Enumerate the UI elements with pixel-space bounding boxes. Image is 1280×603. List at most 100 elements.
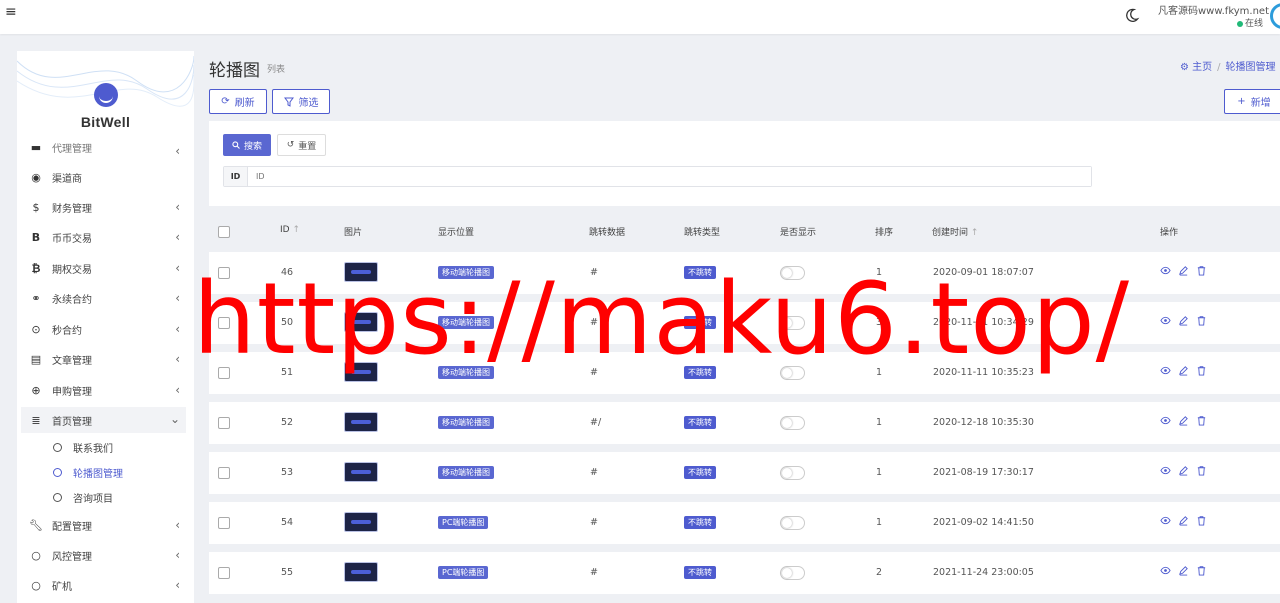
refresh-icon: ⟳: [221, 96, 230, 107]
show-toggle[interactable]: [780, 566, 805, 580]
row-jump-data: #: [590, 267, 598, 278]
id-card-icon: ▬: [30, 140, 42, 154]
dot-circle-icon: ⊙: [31, 322, 41, 336]
sidebar-item-channel[interactable]: ◉ 渠道商: [21, 164, 186, 190]
add-button[interactable]: + 新增: [1224, 89, 1280, 114]
circle-icon: [53, 442, 62, 452]
row-jump-data: #: [590, 367, 598, 378]
sidebar-item-mining[interactable]: ○ 矿机 ‹: [21, 572, 186, 598]
trash-icon[interactable]: [1196, 415, 1207, 426]
sidebar-item-perpetual[interactable]: ⚭ 永续合约 ‹: [21, 285, 186, 311]
row-actions: [1160, 365, 1207, 376]
show-toggle[interactable]: [780, 266, 805, 280]
carousel-thumbnail[interactable]: [344, 462, 378, 482]
sort-arrow-icon: ↑: [970, 228, 979, 238]
sidebar-subitem-carousel[interactable]: 轮播图管理: [53, 461, 123, 483]
edit-icon[interactable]: [1178, 465, 1189, 476]
edit-icon[interactable]: [1178, 565, 1189, 576]
row-checkbox[interactable]: [218, 417, 230, 429]
life-ring-icon: ⊕: [31, 383, 41, 397]
row-created-time: 2021-08-19 17:30:17: [933, 467, 1034, 478]
edit-icon[interactable]: [1178, 415, 1189, 426]
sidebar-item-agents[interactable]: ▬ 代理管理 ‹: [21, 138, 186, 159]
eye-icon[interactable]: [1160, 565, 1171, 576]
column-header-actions: 操作: [1160, 228, 1179, 238]
search-button[interactable]: 搜索: [223, 134, 271, 156]
chevron-left-icon: ‹: [175, 548, 180, 562]
trash-icon[interactable]: [1196, 515, 1207, 526]
sidebar-item-subscription[interactable]: ⊕ 申购管理 ‹: [21, 377, 186, 403]
row-checkbox[interactable]: [218, 367, 230, 379]
carousel-thumbnail[interactable]: [344, 562, 378, 582]
id-field-label: ID: [224, 167, 248, 186]
row-checkbox[interactable]: [218, 567, 230, 579]
sidebar-item-spot-trading[interactable]: B 币币交易 ‹: [21, 224, 186, 250]
column-header-created[interactable]: 创建时间 ↑: [932, 225, 978, 238]
select-all-checkbox[interactable]: [218, 226, 230, 238]
eye-icon[interactable]: [1160, 315, 1171, 326]
show-toggle[interactable]: [780, 366, 805, 380]
sidebar-item-finance[interactable]: $ 财务管理 ‹: [21, 194, 186, 220]
carousel-thumbnail[interactable]: [344, 362, 378, 382]
show-toggle[interactable]: [780, 416, 805, 430]
chevron-down-icon: ⌄: [169, 412, 180, 426]
position-badge: 移动端轮播图: [438, 466, 494, 479]
eye-icon[interactable]: [1160, 415, 1171, 426]
eye-icon[interactable]: [1160, 515, 1171, 526]
column-header-sort: 排序: [875, 228, 894, 238]
trash-icon[interactable]: [1196, 265, 1207, 276]
avatar[interactable]: [1270, 3, 1280, 29]
sidebar-item-home-management[interactable]: ≣ 首页管理 ⌄: [21, 407, 186, 433]
row-checkbox[interactable]: [218, 467, 230, 479]
table-row: 54 PC端轮播图 # 不跳转 1 2021-09-02 14:41:50: [209, 502, 1280, 544]
search-label: 搜索: [243, 141, 262, 152]
carousel-thumbnail[interactable]: [344, 412, 378, 432]
edit-icon[interactable]: [1178, 515, 1189, 526]
chevron-left-icon: ‹: [175, 352, 180, 366]
sidebar-item-label: 矿机: [52, 581, 72, 593]
eye-icon[interactable]: [1160, 465, 1171, 476]
reset-button[interactable]: ↺ 重置: [277, 134, 326, 156]
carousel-thumbnail[interactable]: [344, 512, 378, 532]
row-checkbox[interactable]: [218, 317, 230, 329]
column-header-id[interactable]: ID ↑: [280, 225, 300, 235]
row-sort: 2: [876, 567, 883, 578]
edit-icon[interactable]: [1178, 265, 1189, 276]
row-checkbox[interactable]: [218, 267, 230, 279]
edit-icon[interactable]: [1178, 315, 1189, 326]
user-circle-icon: ◉: [31, 170, 41, 184]
carousel-thumbnail[interactable]: [344, 262, 378, 282]
search-icon: [232, 141, 240, 149]
carousel-thumbnail[interactable]: [344, 312, 378, 332]
sidebar-item-articles[interactable]: ▤ 文章管理 ‹: [21, 346, 186, 372]
chevron-left-icon: ‹: [175, 291, 180, 305]
sidebar-item-risk-control[interactable]: ○ 风控管理 ‹: [21, 542, 186, 568]
sidebar-subitem-contact[interactable]: 联系我们: [53, 436, 113, 458]
sidebar-item-config[interactable]: 🔧︎ 配置管理 ‹: [21, 512, 186, 538]
row-checkbox[interactable]: [218, 517, 230, 529]
refresh-button[interactable]: ⟳ 刷新: [209, 89, 267, 114]
chevron-left-icon: ‹: [175, 200, 180, 214]
sidebar-item-second-contract[interactable]: ⊙ 秒合约 ‹: [21, 316, 186, 342]
dark-mode-icon[interactable]: [1124, 7, 1140, 23]
row-created-time: 2021-11-24 23:00:05: [933, 567, 1034, 578]
trash-icon[interactable]: [1196, 565, 1207, 576]
trash-icon[interactable]: [1196, 365, 1207, 376]
show-toggle[interactable]: [780, 466, 805, 480]
edit-icon[interactable]: [1178, 365, 1189, 376]
id-input[interactable]: [248, 167, 1091, 186]
filter-button[interactable]: 筛选: [272, 89, 330, 114]
trash-icon[interactable]: [1196, 315, 1207, 326]
jump-type-badge: 不跳转: [684, 266, 716, 279]
table-row: 52 移动端轮播图 #/ 不跳转 1 2020-12-18 10:35:30: [209, 402, 1280, 444]
show-toggle[interactable]: [780, 316, 805, 330]
show-toggle[interactable]: [780, 516, 805, 530]
sidebar-item-label: 财务管理: [52, 203, 92, 215]
sidebar-item-options[interactable]: ₿ 期权交易 ‹: [21, 255, 186, 281]
eye-icon[interactable]: [1160, 265, 1171, 276]
menu-toggle-icon[interactable]: ≡: [5, 5, 19, 19]
breadcrumb-home[interactable]: 主页: [1192, 62, 1212, 73]
eye-icon[interactable]: [1160, 365, 1171, 376]
trash-icon[interactable]: [1196, 465, 1207, 476]
sidebar-subitem-consulting[interactable]: 咨询项目: [53, 486, 113, 508]
